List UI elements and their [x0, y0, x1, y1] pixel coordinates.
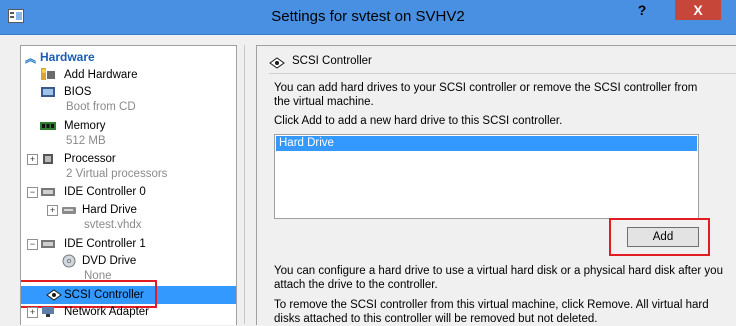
bios-icon: [41, 87, 55, 97]
processor-icon: [43, 154, 53, 164]
sidebar-item-processor-detail: 2 Virtual processors: [66, 168, 168, 180]
drive-type-list[interactable]: Hard Drive: [274, 134, 699, 219]
sidebar-item-ide-controller-1[interactable]: IDE Controller 1: [64, 236, 146, 252]
window-title: Settings for svtest on SVHV2: [271, 8, 465, 25]
panel-intro-text: You can add hard drives to your SCSI con…: [274, 82, 698, 108]
sidebar-item-dvd-drive[interactable]: DVD Drive: [82, 253, 136, 269]
dvd-drive-icon: [62, 254, 76, 268]
network-adapter-expander[interactable]: +: [27, 307, 38, 318]
close-button[interactable]: X: [675, 0, 721, 20]
title-bar: Settings for svtest on SVHV2 ? X: [0, 0, 736, 35]
sidebar-item-bios-detail: Boot from CD: [66, 101, 136, 113]
sidebar-item-bios[interactable]: BIOS: [64, 84, 91, 100]
panel-configure-text: You can configure a hard drive to use a …: [274, 265, 723, 291]
sidebar-item-hard-drive[interactable]: Hard Drive: [82, 202, 137, 218]
sidebar-item-memory-detail: 512 MB: [66, 135, 106, 147]
panel-remove-text: To remove the SCSI controller from this …: [274, 299, 709, 325]
list-item-hard-drive[interactable]: Hard Drive: [276, 136, 697, 151]
panel-title-divider: [269, 73, 736, 74]
hardware-section-header[interactable]: ︽ Hardware: [21, 48, 236, 66]
sidebar-item-ide-controller-0[interactable]: IDE Controller 0: [64, 184, 146, 200]
pane-splitter[interactable]: [244, 45, 245, 324]
sidebar-item-hard-drive-detail: svtest.vhdx: [84, 219, 142, 231]
hardware-section-title: Hardware: [40, 50, 95, 64]
hardware-tree: ︽ Hardware Add Hardware BIOS Boot from C…: [20, 45, 237, 325]
ide-controller-icon: [41, 188, 55, 196]
scsi-controller-panel: SCSI Controller You can add hard drives …: [256, 45, 736, 325]
sidebar-item-processor[interactable]: Processor: [64, 151, 116, 167]
ide-controller-1-expander[interactable]: −: [27, 239, 38, 250]
panel-instruction-text: Click Add to add a new hard drive to thi…: [274, 115, 563, 127]
memory-icon: [40, 122, 56, 130]
hard-drive-icon: [62, 207, 76, 214]
hard-drive-expander[interactable]: +: [47, 205, 58, 216]
help-button[interactable]: ?: [629, 0, 655, 20]
processor-expander[interactable]: +: [27, 154, 38, 165]
sidebar-item-network-adapter[interactable]: Network Adapter: [64, 304, 149, 320]
collapse-chevron-icon[interactable]: ︽: [25, 50, 37, 65]
add-button[interactable]: Add: [627, 227, 699, 247]
panel-title: SCSI Controller: [292, 55, 372, 67]
scsi-controller-icon: [269, 57, 285, 69]
sidebar-item-add-hardware[interactable]: Add Hardware: [64, 67, 138, 83]
add-hardware-icon: [41, 68, 55, 80]
ide-controller-0-expander[interactable]: −: [27, 187, 38, 198]
ide-controller-icon: [41, 240, 55, 248]
sidebar-item-memory[interactable]: Memory: [64, 118, 106, 134]
network-adapter-icon: [42, 307, 54, 317]
